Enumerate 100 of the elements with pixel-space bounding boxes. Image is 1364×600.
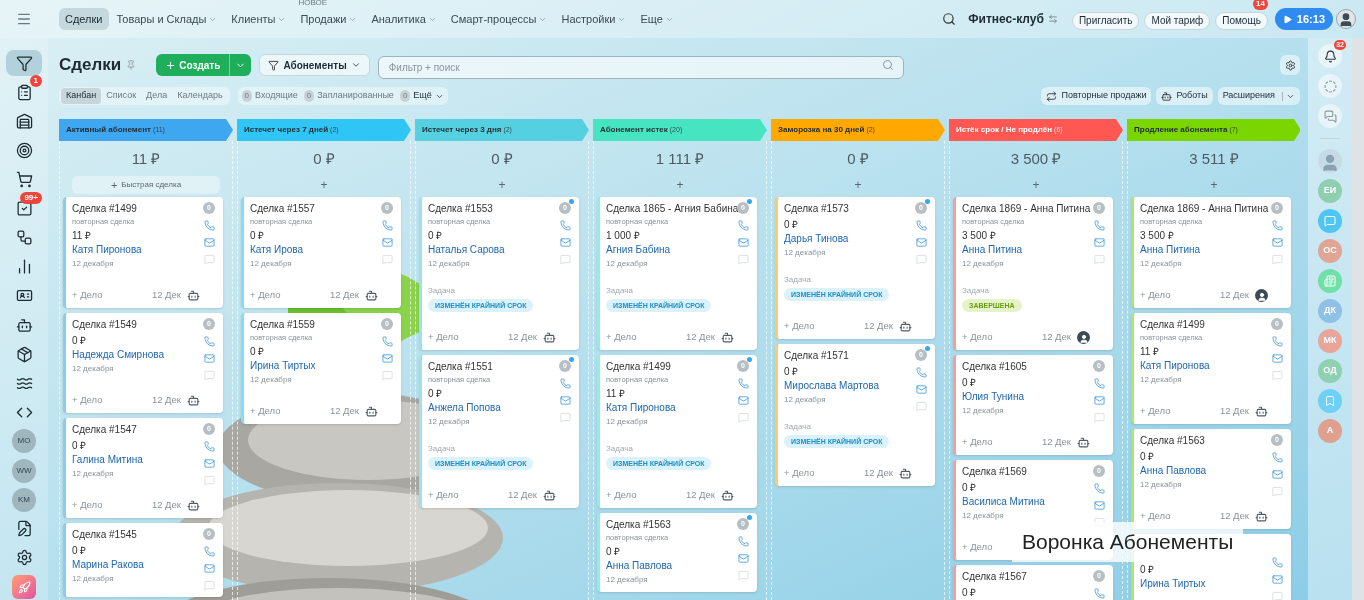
chat-icon[interactable]	[737, 570, 749, 581]
cart-icon[interactable]	[15, 171, 33, 188]
counter-filter[interactable]: 0 Запланированные	[303, 89, 394, 103]
chat-icon[interactable]	[737, 254, 749, 265]
phone-icon[interactable]	[1271, 220, 1283, 231]
add-deal-button[interactable]: +	[854, 176, 862, 194]
funnel-icon[interactable]	[15, 54, 33, 72]
phone-icon[interactable]	[1093, 588, 1105, 599]
contact-link[interactable]: Катя Пиронова	[72, 243, 201, 257]
phone-icon[interactable]	[915, 367, 927, 378]
phone-icon[interactable]	[203, 220, 215, 231]
nav-tab[interactable]: Еще	[634, 8, 680, 30]
checkbox-icon[interactable]	[15, 200, 33, 218]
mail-icon[interactable]	[1271, 469, 1283, 480]
phone-icon[interactable]	[1271, 336, 1283, 347]
view-tab[interactable]: Дела	[141, 88, 173, 104]
document-edit-icon[interactable]	[15, 520, 33, 538]
header-button[interactable]: Помощь	[1215, 11, 1268, 30]
mail-icon[interactable]	[737, 395, 749, 406]
phone-icon[interactable]	[559, 220, 571, 231]
phone-icon[interactable]	[1093, 220, 1105, 231]
mail-icon[interactable]	[203, 353, 215, 364]
chat-icon[interactable]	[1271, 591, 1283, 600]
contact-link[interactable]: Ирина Тиртых	[250, 359, 379, 373]
contact-link[interactable]: Мирослава Мартова	[784, 379, 913, 393]
chat-icon[interactable]	[1271, 370, 1283, 381]
deal-title[interactable]: Сделка #1551	[428, 360, 557, 374]
contact-link[interactable]: Анна Питина	[962, 243, 1091, 257]
contact-link[interactable]: Дарья Тинова	[784, 232, 913, 246]
messages-icon[interactable]	[1323, 109, 1337, 123]
view-tab[interactable]: Календарь	[172, 88, 228, 104]
header-button[interactable]: Мой тариф	[1144, 11, 1211, 30]
nav-tab[interactable]: Настройки	[555, 8, 633, 30]
menu-icon[interactable]	[16, 11, 32, 27]
bookmark-avatar[interactable]	[1318, 389, 1342, 413]
rocket-button[interactable]	[12, 575, 36, 599]
phone-icon[interactable]	[737, 536, 749, 547]
deal-title[interactable]: Сделка #1573	[784, 202, 913, 216]
contact-link[interactable]: Катя Пиронова	[606, 401, 735, 415]
chat-icon[interactable]	[1093, 412, 1105, 423]
mail-icon[interactable]	[1271, 574, 1283, 585]
mail-icon[interactable]	[915, 384, 927, 395]
view-tab[interactable]: Канбан	[61, 88, 102, 104]
chat-icon[interactable]	[1093, 254, 1105, 265]
deal-title[interactable]: Сделка #1571	[784, 349, 913, 363]
contact-link[interactable]: Агния Бабина	[606, 243, 735, 257]
chat-icon[interactable]	[737, 412, 749, 423]
phone-icon[interactable]	[737, 378, 749, 389]
mail-icon[interactable]	[203, 237, 215, 248]
deal-title[interactable]: Сделка #1545	[72, 528, 201, 542]
add-deal-button[interactable]: +	[498, 176, 506, 194]
scrollbar[interactable]	[1352, 38, 1364, 600]
chat-icon[interactable]	[203, 370, 215, 381]
deal-title[interactable]: Сделка #1605	[962, 360, 1091, 374]
phone-icon[interactable]	[203, 546, 215, 557]
phone-icon[interactable]	[1271, 452, 1283, 463]
deal-title[interactable]: Сделка #1563	[1140, 434, 1269, 448]
contact-link[interactable]: Катя Ирова	[250, 243, 379, 257]
chat-avatar[interactable]	[1318, 209, 1342, 233]
deal-title[interactable]: Сделка #1499	[606, 360, 735, 374]
target-icon[interactable]	[15, 141, 33, 159]
phone-icon[interactable]	[559, 378, 571, 389]
chat-icon[interactable]	[203, 475, 215, 486]
contact-link[interactable]: Галина Митина	[72, 453, 201, 467]
newspaper-avatar[interactable]	[1318, 269, 1342, 293]
clipboard-icon[interactable]	[15, 83, 33, 101]
deal-title[interactable]: Сделка 1869 - Анна Питина	[962, 202, 1091, 216]
deal-title[interactable]: Сделка #1553	[428, 202, 557, 216]
mail-icon[interactable]	[203, 458, 215, 469]
contact-link[interactable]: Анна Павлова	[606, 559, 735, 573]
contact-link[interactable]: Марина Ракова	[72, 558, 201, 572]
add-deal-button[interactable]: +	[1032, 176, 1040, 194]
contact-link[interactable]: Ирина Тиртых	[1140, 577, 1269, 591]
contact-link[interactable]: Василиса Митина	[962, 495, 1091, 509]
deal-title[interactable]: Сделка #1567	[962, 570, 1091, 584]
mail-icon[interactable]	[1271, 237, 1283, 248]
chat-icon[interactable]	[203, 580, 215, 591]
nav-tab[interactable]: Смарт-процессы	[444, 8, 554, 30]
chat-icon[interactable]	[1271, 254, 1283, 265]
add-deal-button[interactable]: +	[676, 176, 684, 194]
switch-icon[interactable]	[1047, 14, 1058, 24]
deal-title[interactable]: Сделка #1499	[72, 202, 201, 216]
mail-icon[interactable]	[381, 237, 393, 248]
phone-icon[interactable]	[203, 441, 215, 452]
deal-title[interactable]: Сделка #1547	[72, 423, 201, 437]
contact-link[interactable]: Анна Питина	[1140, 243, 1269, 257]
toolbar-button[interactable]: Расширения	[1217, 87, 1300, 105]
contact-link[interactable]: Анна Павлова	[1140, 464, 1269, 478]
phone-icon[interactable]	[737, 220, 749, 231]
toolbar-button[interactable]: Роботы	[1156, 87, 1213, 105]
chat-icon[interactable]	[203, 254, 215, 265]
chat-icon[interactable]	[381, 254, 393, 265]
mail-icon[interactable]	[737, 237, 749, 248]
view-tab[interactable]: Список	[101, 88, 142, 104]
settings-icon[interactable]	[15, 549, 33, 567]
contact-link[interactable]: Анжела Попова	[428, 401, 557, 415]
mail-icon[interactable]	[1093, 500, 1105, 511]
workflow-icon[interactable]	[15, 229, 33, 247]
contact-link[interactable]: Катя Пиронова	[1140, 359, 1269, 373]
phone-icon[interactable]	[915, 220, 927, 231]
